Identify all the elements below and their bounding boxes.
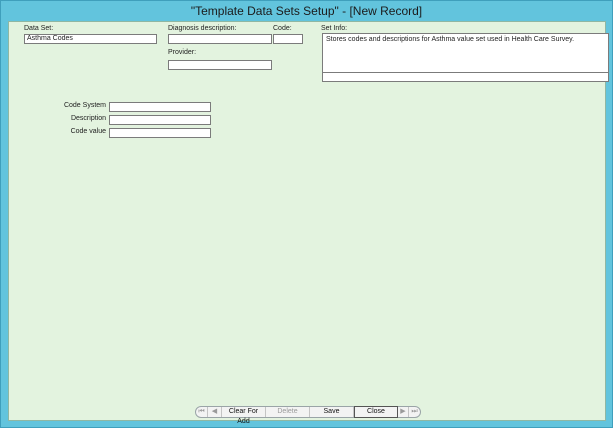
save-button[interactable]: Save — [310, 407, 354, 417]
delete-button[interactable]: Delete — [266, 407, 310, 417]
provider-label: Provider: — [168, 49, 197, 56]
diagnosis-description-label: Diagnosis description: — [168, 25, 237, 32]
form-panel: Data Set: Asthma Codes Diagnosis descrip… — [8, 21, 609, 425]
code-system-label: Code System — [63, 102, 106, 109]
close-button[interactable]: Close — [354, 406, 398, 418]
record-toolbar: ⏮ ◀ Clear For Add Delete Save Close ▶ ⏭ — [195, 406, 421, 425]
app-window: "Template Data Sets Setup" - [New Record… — [0, 0, 613, 428]
code-value-label: Code value — [70, 128, 106, 135]
code-value-field[interactable] — [109, 128, 211, 138]
set-info-extra-field[interactable] — [322, 72, 609, 82]
diagnosis-description-field[interactable] — [168, 34, 272, 44]
code-system-field[interactable] — [109, 102, 211, 112]
set-info-textarea[interactable]: Stores codes and descriptions for Asthma… — [322, 33, 609, 74]
next-record-icon[interactable]: ▶ — [398, 407, 409, 417]
description-field[interactable] — [109, 115, 211, 125]
window-title: "Template Data Sets Setup" - [New Record… — [190, 4, 423, 18]
data-set-field[interactable]: Asthma Codes — [24, 34, 157, 44]
first-record-icon[interactable]: ⏮ — [196, 407, 208, 417]
last-record-icon[interactable]: ⏭ — [409, 407, 420, 417]
provider-field[interactable] — [168, 60, 272, 70]
data-set-label: Data Set: — [24, 25, 54, 32]
code-field[interactable] — [273, 34, 303, 44]
set-info-label: Set Info: — [321, 25, 348, 32]
code-label: Code: — [273, 25, 292, 32]
previous-record-icon[interactable]: ◀ — [208, 407, 222, 417]
clear-for-add-button[interactable]: Clear For Add — [222, 407, 266, 425]
description-label: Description — [70, 115, 106, 122]
